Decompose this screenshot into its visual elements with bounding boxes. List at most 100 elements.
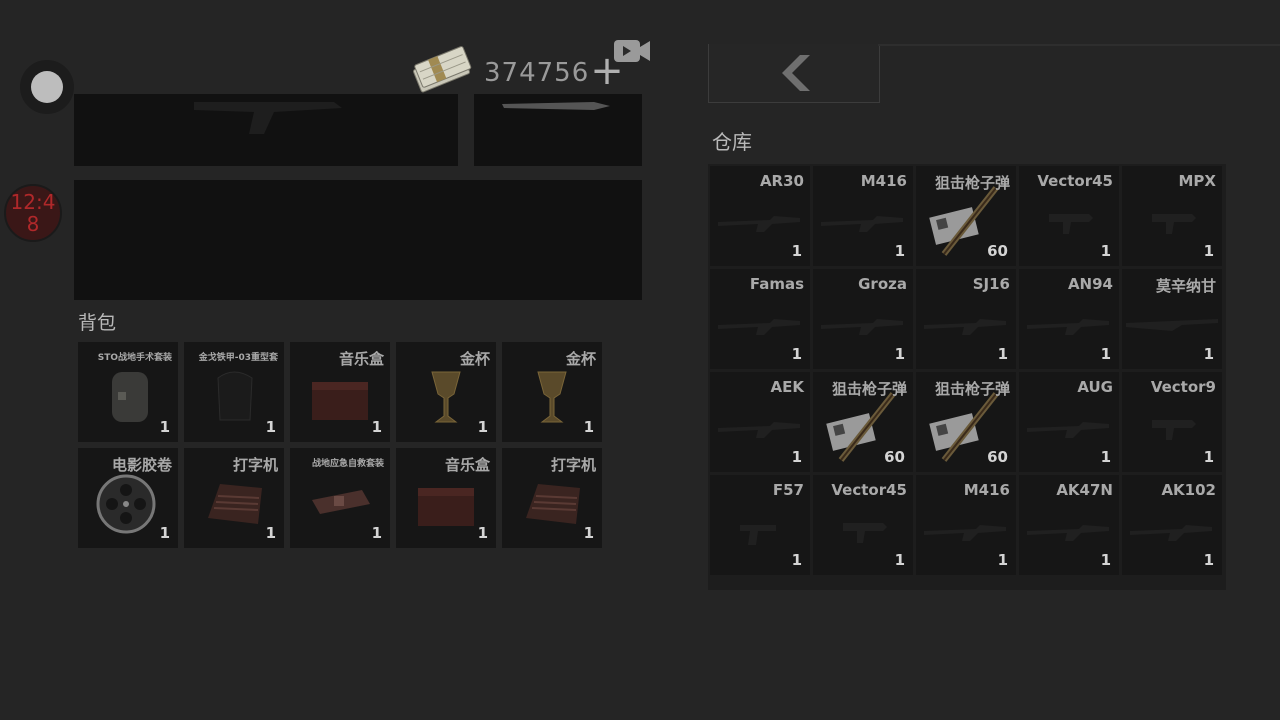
item-name: 金戈铁甲-03重型套 bbox=[198, 353, 278, 363]
item-count: 1 bbox=[791, 448, 802, 466]
item-name: M416 bbox=[860, 172, 907, 190]
item-name: SJ16 bbox=[972, 275, 1010, 293]
item-count: 1 bbox=[371, 418, 382, 436]
cash-stack-icon bbox=[412, 46, 472, 93]
back-button[interactable] bbox=[708, 44, 880, 103]
bag-section-title: 背包 bbox=[78, 312, 117, 334]
item-name: AK102 bbox=[1161, 481, 1216, 499]
item-count: 60 bbox=[884, 448, 905, 466]
warehouse-item-slot[interactable]: Vector9 1 bbox=[1122, 372, 1222, 472]
money-amount: 374756 bbox=[484, 58, 590, 88]
bag-item-slot[interactable]: 金杯 1 bbox=[396, 342, 496, 442]
item-name: AK47N bbox=[1056, 481, 1113, 499]
item-count: 1 bbox=[997, 345, 1008, 363]
item-count: 1 bbox=[1203, 242, 1214, 260]
item-name: Famas bbox=[749, 275, 804, 293]
item-name: Vector9 bbox=[1150, 378, 1216, 396]
warehouse-item-slot[interactable]: Groza 1 bbox=[813, 269, 913, 369]
item-name: 金杯 bbox=[459, 350, 490, 368]
warehouse-item-slot[interactable]: AUG 1 bbox=[1019, 372, 1119, 472]
warehouse-item-slot[interactable]: AN94 1 bbox=[1019, 269, 1119, 369]
warehouse-item-slot[interactable]: 狙击枪子弹 60 bbox=[813, 372, 913, 472]
item-count: 1 bbox=[159, 418, 170, 436]
item-name: F57 bbox=[772, 481, 804, 499]
menu-button[interactable] bbox=[20, 60, 74, 114]
warehouse-item-slot[interactable]: SJ16 1 bbox=[916, 269, 1016, 369]
item-count: 1 bbox=[371, 524, 382, 542]
warehouse-item-slot[interactable]: MPX 1 bbox=[1122, 166, 1222, 266]
chevron-left-icon bbox=[782, 55, 810, 91]
item-count: 1 bbox=[791, 345, 802, 363]
bag-item-slot[interactable]: 打字机 1 bbox=[184, 448, 284, 548]
item-name: 战地应急自救套装 bbox=[311, 459, 384, 469]
item-count: 1 bbox=[1100, 345, 1111, 363]
equipment-slot-melee[interactable] bbox=[474, 94, 642, 166]
item-count: 1 bbox=[894, 345, 905, 363]
warehouse-item-slot[interactable]: M416 1 bbox=[813, 166, 913, 266]
item-name: 莫辛纳甘 bbox=[1155, 277, 1216, 295]
warehouse-item-slot[interactable]: AR30 1 bbox=[710, 166, 810, 266]
equipment-slot-secondary[interactable] bbox=[74, 180, 642, 300]
item-count: 1 bbox=[1203, 551, 1214, 569]
item-count: 1 bbox=[791, 242, 802, 260]
bag-item-slot[interactable]: STO战地手术套装 1 bbox=[78, 342, 178, 442]
item-count: 60 bbox=[987, 448, 1008, 466]
warehouse-grid: AR30 1 M416 1 狙击枪子弹 60 Vector45 1 MPX 1 Famas 1 Groz… bbox=[710, 166, 1224, 575]
item-name: AEK bbox=[770, 378, 804, 396]
item-name: AR30 bbox=[759, 172, 804, 190]
knife-icon bbox=[502, 102, 610, 110]
warehouse-item-slot[interactable]: 狙击枪子弹 60 bbox=[916, 166, 1016, 266]
warehouse-item-slot[interactable]: 莫辛纳甘 1 bbox=[1122, 269, 1222, 369]
item-count: 1 bbox=[1100, 242, 1111, 260]
item-name: MPX bbox=[1178, 172, 1217, 190]
item-count: 1 bbox=[997, 551, 1008, 569]
video-ad-icon[interactable] bbox=[612, 36, 652, 66]
item-name: 音乐盒 bbox=[338, 350, 384, 368]
warehouse-item-slot[interactable]: F57 1 bbox=[710, 475, 810, 575]
item-count: 1 bbox=[477, 524, 488, 542]
item-count: 1 bbox=[583, 524, 594, 542]
item-name: Vector45 bbox=[831, 481, 907, 499]
warehouse-item-slot[interactable]: M416 1 bbox=[916, 475, 1016, 575]
warehouse-item-slot[interactable]: AK47N 1 bbox=[1019, 475, 1119, 575]
bag-item-slot[interactable]: 打字机 1 bbox=[502, 448, 602, 548]
item-count: 1 bbox=[1100, 551, 1111, 569]
warehouse-item-slot[interactable]: AEK 1 bbox=[710, 372, 810, 472]
item-name: Vector45 bbox=[1037, 172, 1113, 190]
item-name: M416 bbox=[963, 481, 1010, 499]
rifle-silhouette-icon bbox=[194, 102, 342, 134]
item-count: 1 bbox=[265, 524, 276, 542]
item-count: 1 bbox=[159, 524, 170, 542]
item-name: 金杯 bbox=[565, 350, 596, 368]
warehouse-item-slot[interactable]: 狙击枪子弹 60 bbox=[916, 372, 1016, 472]
warehouse-item-slot[interactable]: Vector45 1 bbox=[813, 475, 913, 575]
warehouse-panel: AR30 1 M416 1 狙击枪子弹 60 Vector45 1 MPX 1 Famas 1 Groz… bbox=[708, 164, 1226, 590]
warehouse-item-slot[interactable]: AK102 1 bbox=[1122, 475, 1222, 575]
warehouse-section-title: 仓库 bbox=[712, 130, 752, 154]
warehouse-item-slot[interactable]: Vector45 1 bbox=[1019, 166, 1119, 266]
item-count: 1 bbox=[1203, 345, 1214, 363]
countdown-timer: 12:48 bbox=[4, 184, 62, 242]
item-count: 1 bbox=[894, 242, 905, 260]
item-name: AUG bbox=[1077, 378, 1113, 396]
item-name: 打字机 bbox=[550, 456, 596, 474]
circle-menu-icon bbox=[31, 71, 63, 103]
item-name: 打字机 bbox=[232, 456, 278, 474]
item-name: 电影胶卷 bbox=[111, 456, 172, 474]
top-divider bbox=[878, 44, 1280, 46]
item-name: 狙击枪子弹 bbox=[934, 174, 1010, 192]
bag-item-slot[interactable]: 金杯 1 bbox=[502, 342, 602, 442]
bag-item-slot[interactable]: 电影胶卷 1 bbox=[78, 448, 178, 548]
item-count: 1 bbox=[477, 418, 488, 436]
item-count: 60 bbox=[987, 242, 1008, 260]
item-count: 1 bbox=[583, 418, 594, 436]
equipment-slot-primary[interactable] bbox=[74, 94, 458, 166]
bag-item-slot[interactable]: 金戈铁甲-03重型套 1 bbox=[184, 342, 284, 442]
bag-item-slot[interactable]: 音乐盒 1 bbox=[396, 448, 496, 548]
item-count: 1 bbox=[1203, 448, 1214, 466]
warehouse-item-slot[interactable]: Famas 1 bbox=[710, 269, 810, 369]
bag-item-slot[interactable]: 音乐盒 1 bbox=[290, 342, 390, 442]
bag-item-slot[interactable]: 战地应急自救套装 1 bbox=[290, 448, 390, 548]
item-name: 音乐盒 bbox=[444, 456, 490, 474]
item-count: 1 bbox=[791, 551, 802, 569]
